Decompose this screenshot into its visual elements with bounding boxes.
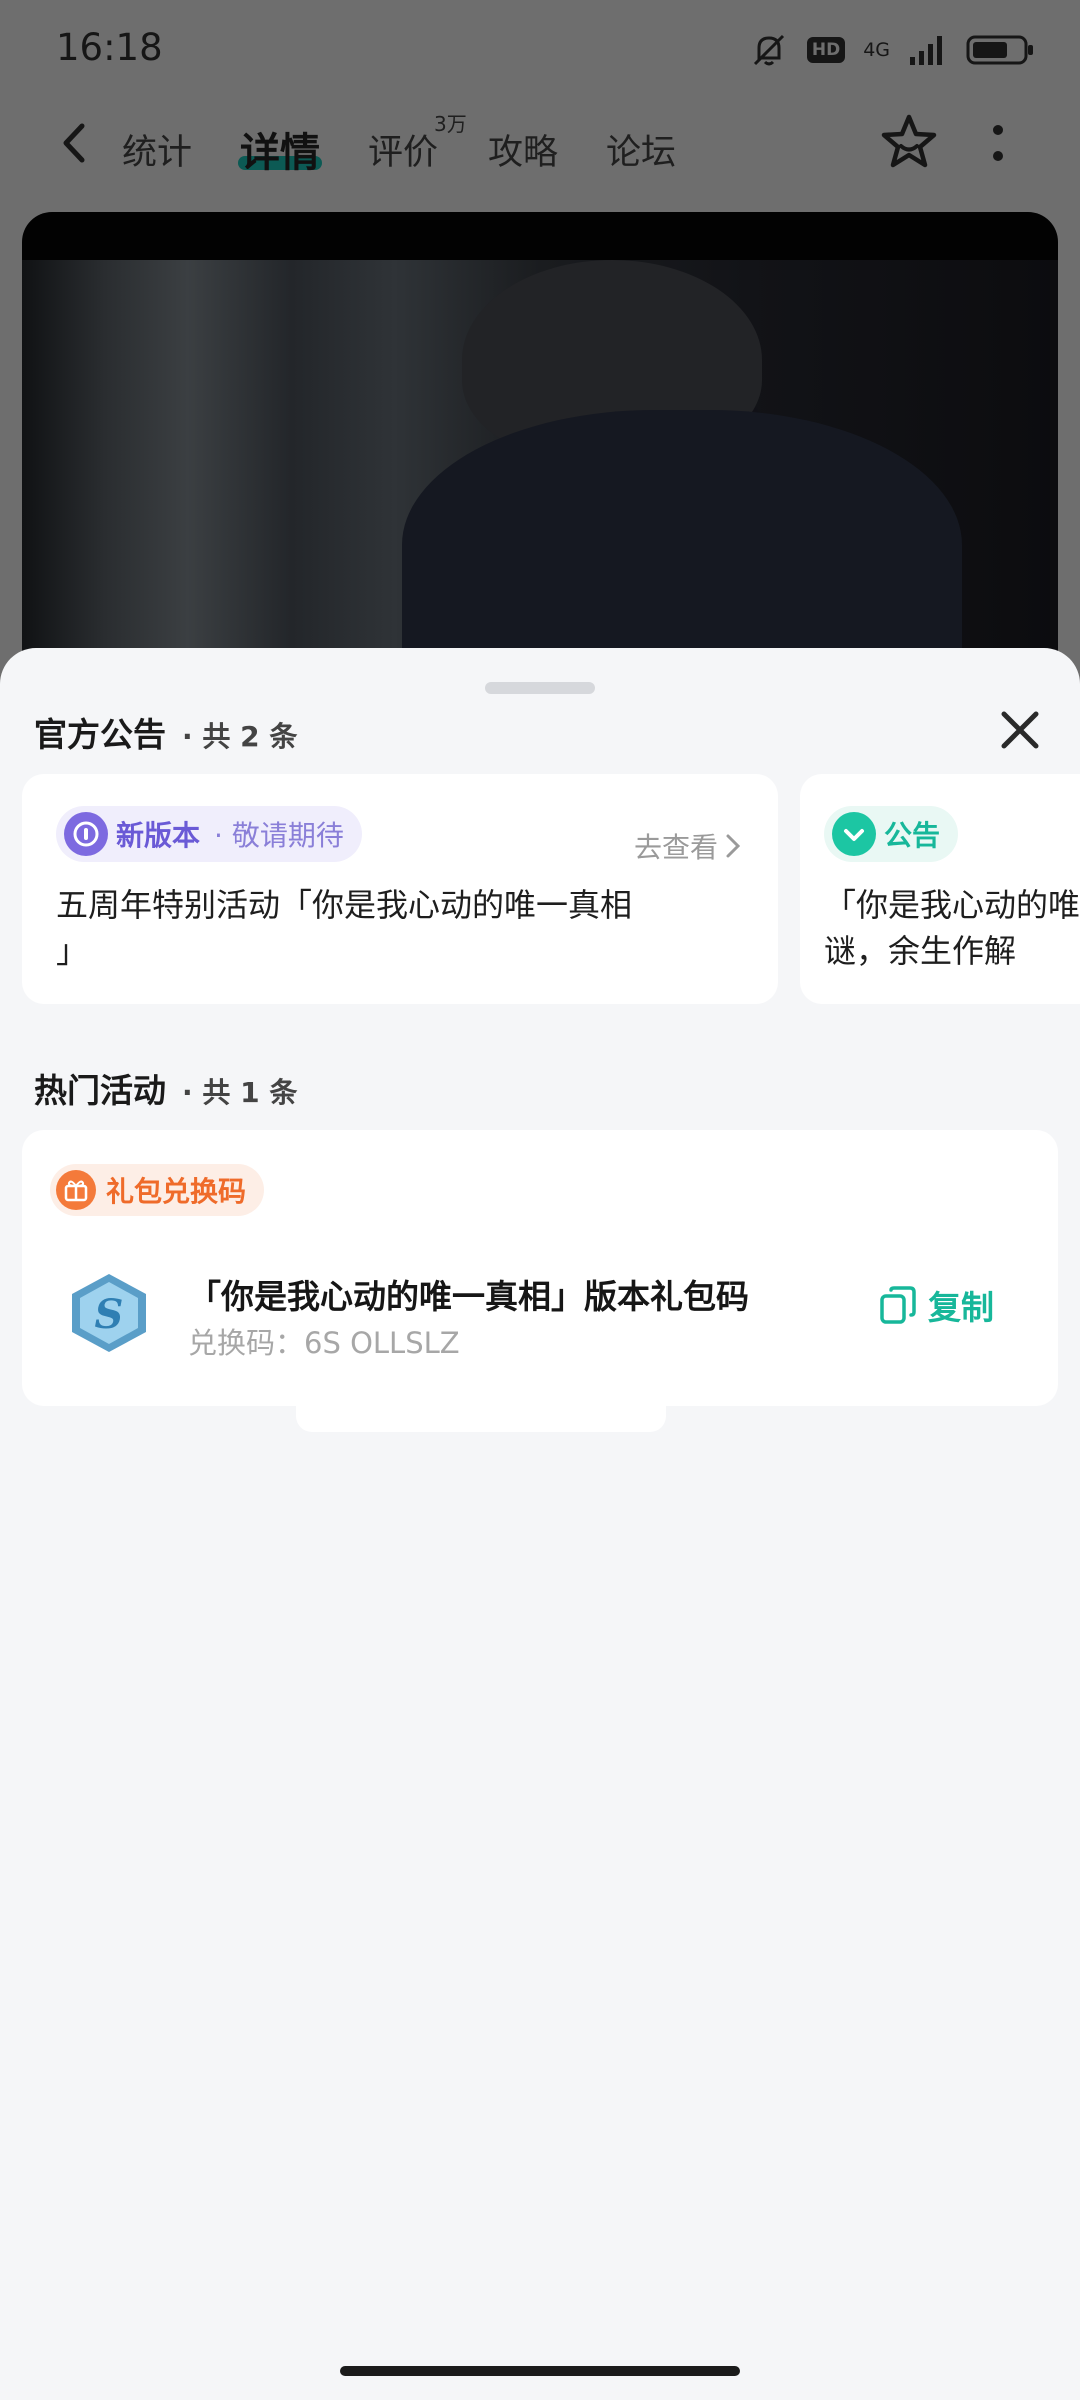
copy-button[interactable]: 复制 bbox=[878, 1280, 994, 1330]
card-tooltip-tail bbox=[296, 1406, 666, 1432]
tab-stats[interactable]: 统计 bbox=[122, 124, 192, 175]
bottom-sheet: 官方公告 · 共 2 条 新版本 · 敬请期待 去查看 五周年特别活动「你是我心动… bbox=[0, 648, 1080, 2400]
activities-header: 热门活动 · 共 1 条 bbox=[34, 1064, 297, 1112]
video-frame bbox=[22, 260, 1058, 672]
copy-icon bbox=[880, 1286, 916, 1324]
battery-icon bbox=[966, 35, 1033, 65]
notice-tag: 公告 bbox=[824, 806, 959, 862]
announcement-text: 「你是我心动的唯 谜，余生作解 bbox=[824, 882, 1080, 974]
view-link[interactable]: 去查看 bbox=[634, 826, 742, 866]
tab-details[interactable]: 详情 bbox=[240, 120, 320, 178]
notice-label: 公告 bbox=[884, 819, 941, 852]
announcement-text: 五周年特别活动「你是我心动的唯一真相 」 bbox=[56, 882, 632, 974]
mute-bell-icon bbox=[753, 34, 784, 66]
gift-code-tag-label: 礼包兑换码 bbox=[106, 1175, 247, 1208]
hd-badge: HD bbox=[806, 37, 846, 63]
gift-code-card: 礼包兑换码 S 「你是我心动的唯一真相」版本礼包码 兑换码：6S OLLSLZ … bbox=[22, 1130, 1058, 1406]
video-figure-body bbox=[402, 410, 962, 672]
announcements-title: 官方公告 bbox=[34, 715, 166, 754]
tab-guides[interactable]: 攻略 bbox=[488, 124, 558, 175]
announcement-text-line1: 「你是我心动的唯 bbox=[824, 886, 1080, 924]
announcement-card[interactable]: 新版本 · 敬请期待 去查看 五周年特别活动「你是我心动的唯一真相 」 bbox=[22, 774, 778, 1004]
signal-icon bbox=[910, 36, 942, 65]
announcements-header: 官方公告 · 共 2 条 bbox=[34, 708, 297, 756]
new-version-sub: · 敬请期待 bbox=[214, 819, 344, 852]
activities-title: 热门活动 bbox=[34, 1071, 166, 1110]
announcement-text-line2: 」 bbox=[56, 932, 89, 970]
announcement-text-line2: 谜，余生作解 bbox=[824, 932, 1017, 970]
version-icon bbox=[64, 812, 108, 856]
status-icons: HD 4G bbox=[749, 28, 1036, 72]
gift-title: 「你是我心动的唯一真相」版本礼包码 bbox=[188, 1277, 749, 1316]
view-link-label: 去查看 bbox=[633, 831, 718, 864]
game-logo-icon: S bbox=[72, 1274, 146, 1352]
tab-forum[interactable]: 论坛 bbox=[606, 124, 676, 175]
chevron-right-icon bbox=[726, 834, 741, 858]
announcement-card[interactable]: 公告 「你是我心动的唯 谜，余生作解 bbox=[800, 774, 1080, 1004]
notice-icon bbox=[832, 812, 876, 856]
back-arrow-icon[interactable] bbox=[50, 118, 100, 168]
svg-text:S: S bbox=[95, 1291, 124, 1338]
game-video-banner[interactable] bbox=[22, 212, 1058, 672]
close-icon[interactable] bbox=[996, 706, 1044, 754]
activities-count: · 共 1 条 bbox=[182, 1076, 298, 1109]
new-version-label: 新版本 bbox=[116, 819, 201, 852]
gift-code: 兑换码：6S OLLSLZ bbox=[188, 1326, 460, 1360]
status-time: 16:18 bbox=[56, 26, 163, 69]
announcement-text-line1: 五周年特别活动「你是我心动的唯一真相 bbox=[56, 886, 633, 924]
tab-reviews[interactable]: 评价 bbox=[368, 124, 438, 175]
gift-icon bbox=[56, 1170, 96, 1210]
reviews-count-badge: 3万 bbox=[434, 112, 467, 136]
home-indicator[interactable] bbox=[340, 2366, 740, 2376]
sheet-drag-handle[interactable] bbox=[485, 682, 595, 694]
favorite-star-icon[interactable] bbox=[878, 112, 940, 174]
copy-button-label: 复制 bbox=[928, 1288, 994, 1327]
announcements-count: · 共 2 条 bbox=[182, 720, 298, 753]
status-bar: 16:18 HD 4G bbox=[0, 0, 1080, 96]
top-nav: 统计 详情 评价 3万 攻略 论坛 bbox=[0, 96, 1080, 196]
network-type: 4G bbox=[863, 38, 890, 61]
new-version-tag: 新版本 · 敬请期待 bbox=[56, 806, 362, 862]
more-options-icon[interactable] bbox=[990, 122, 1006, 168]
gift-code-tag: 礼包兑换码 bbox=[50, 1164, 265, 1216]
